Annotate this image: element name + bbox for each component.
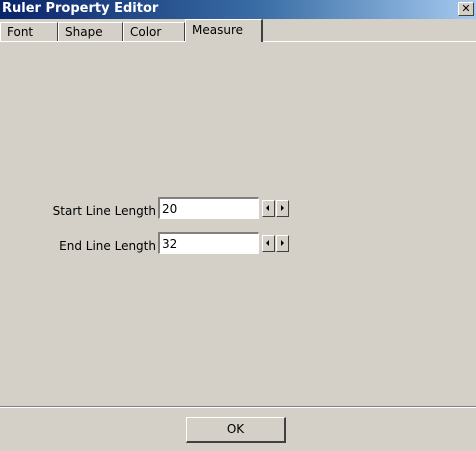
footer-divider — [0, 406, 476, 408]
end-line-length-increment-button[interactable] — [276, 235, 289, 252]
close-icon: ✕ — [461, 2, 471, 15]
start-line-length-label: Start Line Length — [52, 204, 156, 218]
close-button[interactable]: ✕ — [458, 2, 474, 16]
arrow-right-icon — [281, 205, 284, 211]
ok-button-label: OK — [226, 422, 245, 436]
tab-color[interactable]: Color — [123, 22, 185, 41]
tab-font[interactable]: Font — [0, 22, 58, 41]
arrow-right-icon — [281, 240, 284, 246]
end-line-length-label: End Line Length — [59, 239, 156, 253]
window-title: Ruler Property Editor — [2, 1, 159, 16]
tab-measure[interactable]: Measure — [185, 19, 263, 42]
start-line-length-increment-button[interactable] — [276, 200, 289, 217]
start-line-length-decrement-button[interactable] — [262, 200, 275, 217]
tab-font-label: Font — [7, 25, 34, 39]
end-line-length-decrement-button[interactable] — [262, 235, 275, 252]
arrow-left-icon — [266, 240, 269, 246]
tab-measure-label: Measure — [192, 23, 243, 37]
arrow-left-icon — [266, 205, 269, 211]
tab-shape-label: Shape — [65, 25, 103, 39]
ruler-property-editor-window: Ruler Property Editor ✕ Font Shape Color… — [0, 0, 476, 451]
tab-strip: Font Shape Color Measure — [0, 19, 476, 42]
start-line-length-input[interactable] — [158, 197, 259, 219]
tab-color-label: Color — [130, 25, 162, 39]
tab-shape[interactable]: Shape — [58, 22, 123, 41]
end-line-length-input[interactable] — [158, 232, 259, 254]
title-bar[interactable]: Ruler Property Editor ✕ — [0, 0, 476, 19]
measure-tab-panel: Start Line Length End Line Length — [0, 41, 476, 406]
ok-button[interactable]: OK — [186, 417, 286, 443]
